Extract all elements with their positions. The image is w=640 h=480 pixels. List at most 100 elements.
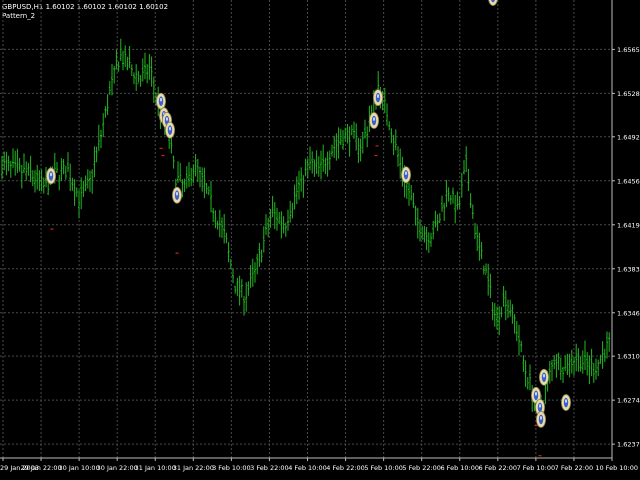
price-bar bbox=[212, 208, 215, 222]
x-tick-label: 5 Feb 22:00 bbox=[402, 464, 441, 472]
price-bar bbox=[86, 169, 89, 189]
price-bar bbox=[108, 80, 111, 95]
price-bar bbox=[562, 366, 564, 384]
price-bar bbox=[282, 216, 285, 234]
y-tick-label: 1.63465 bbox=[617, 309, 640, 317]
price-bar bbox=[482, 265, 485, 275]
price-bar bbox=[399, 148, 402, 179]
price-bar bbox=[326, 151, 329, 177]
price-bar bbox=[236, 277, 239, 296]
price-bar bbox=[449, 195, 452, 205]
price-bar bbox=[315, 150, 318, 175]
pattern-marker-icon[interactable] bbox=[539, 368, 550, 386]
price-bar bbox=[458, 195, 461, 209]
price-bar bbox=[573, 357, 575, 376]
price-bar bbox=[141, 58, 144, 82]
price-bar bbox=[221, 217, 223, 238]
price-bar bbox=[106, 94, 109, 115]
price-bar bbox=[258, 242, 261, 267]
price-bar bbox=[597, 359, 600, 377]
pattern-marker-icon[interactable] bbox=[46, 167, 57, 185]
price-bar bbox=[42, 177, 45, 194]
price-bar bbox=[97, 124, 100, 151]
pattern-marker-icon[interactable] bbox=[561, 394, 572, 411]
price-bar bbox=[408, 182, 410, 206]
x-tick-label: 30 Jan 10:00 bbox=[59, 464, 100, 472]
price-bar bbox=[328, 150, 331, 170]
pattern-marker-icon[interactable] bbox=[155, 92, 166, 110]
chart-window[interactable]: GBPUSD,H1 1.60102 1.60102 1.60102 1.6010… bbox=[0, 0, 640, 480]
price-bar bbox=[566, 353, 569, 376]
price-bar bbox=[394, 129, 397, 151]
price-bar bbox=[324, 157, 327, 175]
price-bar bbox=[590, 348, 593, 377]
price-bar bbox=[454, 194, 457, 224]
price-bar bbox=[469, 193, 472, 208]
price-bar bbox=[509, 299, 512, 317]
price-bar bbox=[223, 214, 226, 244]
price-bar bbox=[586, 352, 589, 376]
signal-dot bbox=[159, 147, 163, 149]
price-bar bbox=[317, 156, 320, 177]
price-bar bbox=[412, 192, 415, 208]
price-bar bbox=[289, 200, 292, 223]
pattern-marker-icon[interactable] bbox=[488, 0, 498, 6]
price-bar bbox=[225, 232, 228, 244]
price-bar bbox=[445, 179, 448, 208]
price-bar bbox=[291, 202, 294, 219]
pattern-marker-icon[interactable] bbox=[164, 121, 175, 139]
price-bar bbox=[75, 187, 78, 198]
price-bar bbox=[1, 156, 3, 180]
x-tick-label: 31 Jan 10:00 bbox=[135, 464, 176, 472]
price-bar bbox=[135, 64, 138, 91]
y-tick-label: 1.64195 bbox=[617, 221, 640, 229]
price-bar bbox=[526, 376, 529, 390]
pattern-marker-icon[interactable] bbox=[536, 411, 547, 428]
price-bar bbox=[502, 285, 505, 307]
price-bar bbox=[111, 63, 113, 96]
price-bar bbox=[188, 162, 190, 187]
price-bar bbox=[150, 56, 153, 87]
price-bar bbox=[606, 331, 608, 359]
price-bar bbox=[359, 138, 362, 162]
price-bar bbox=[456, 191, 459, 210]
price-bar bbox=[463, 160, 465, 175]
price-bar bbox=[293, 184, 296, 210]
price-bar bbox=[196, 158, 199, 183]
price-bar bbox=[23, 153, 25, 174]
price-bar bbox=[16, 148, 19, 173]
price-bar bbox=[432, 220, 435, 240]
x-tick-label: 5 Feb 10:00 bbox=[364, 464, 403, 472]
pattern-marker-icon[interactable] bbox=[372, 89, 383, 107]
pattern-marker-icon[interactable] bbox=[368, 112, 379, 129]
price-bar bbox=[113, 65, 116, 84]
x-tick-label: 10 Feb 10:00 bbox=[595, 464, 638, 472]
price-chart[interactable]: 1.65650 1.65285 1.64925 1.64560 1.64195 1.638… bbox=[0, 0, 640, 480]
price-bar bbox=[333, 135, 336, 159]
price-bar bbox=[491, 302, 494, 321]
price-bar bbox=[260, 249, 263, 263]
price-bar bbox=[480, 242, 483, 260]
pattern-marker-icon[interactable] bbox=[171, 186, 182, 204]
price-bar bbox=[60, 158, 63, 182]
price-bar bbox=[36, 164, 39, 190]
price-bar bbox=[146, 64, 149, 84]
price-bar bbox=[271, 195, 274, 218]
pattern-marker-icon[interactable] bbox=[400, 166, 411, 184]
price-bar bbox=[80, 177, 83, 210]
price-bar bbox=[27, 162, 30, 176]
price-bar bbox=[364, 119, 366, 139]
price-bar bbox=[416, 207, 419, 239]
price-bar bbox=[478, 232, 481, 261]
price-bar bbox=[179, 162, 182, 182]
y-tick-label: 1.64925 bbox=[617, 133, 640, 141]
price-bar bbox=[430, 232, 432, 247]
x-tick-label: 7 Feb 22:00 bbox=[555, 464, 594, 472]
price-bar bbox=[234, 285, 237, 294]
y-tick-label: 1.63830 bbox=[617, 265, 640, 273]
price-bar bbox=[278, 212, 281, 225]
price-bar bbox=[342, 130, 344, 150]
price-bar bbox=[331, 144, 333, 157]
price-bar bbox=[419, 219, 421, 242]
price-bar bbox=[493, 303, 496, 327]
